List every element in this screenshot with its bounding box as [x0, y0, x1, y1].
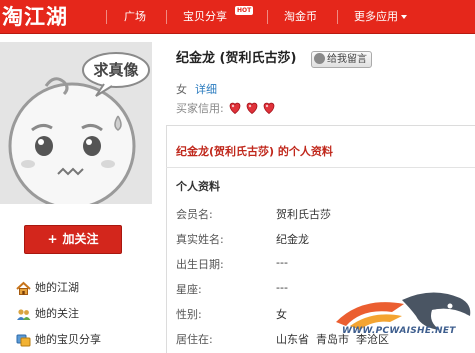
field-label-birthday: 出生日期:	[176, 258, 224, 271]
house-icon	[16, 281, 31, 295]
plus-icon: +	[47, 232, 58, 246]
field-label-gender: 性别:	[176, 308, 202, 321]
default-avatar-icon: 求真像	[0, 42, 152, 204]
side-link-her-shares[interactable]: 她的宝贝分享	[16, 330, 156, 353]
watermark-logo	[336, 292, 471, 330]
nav-divider	[166, 10, 167, 24]
nav-item-share[interactable]: 宝贝分享	[183, 0, 227, 34]
hot-badge: HOT	[235, 6, 254, 15]
side-link-label: 她的宝贝分享	[35, 333, 101, 346]
field-label-location: 居住在:	[176, 333, 213, 346]
gender-row: 女详细	[176, 81, 217, 97]
follow-button[interactable]: + 加关注	[24, 225, 122, 254]
people-icon	[17, 308, 31, 320]
nav-divider	[267, 10, 268, 24]
nav-item-coins[interactable]: 淘金币	[284, 0, 317, 34]
nav-item-more-apps[interactable]: 更多应用	[354, 0, 407, 34]
message-icon	[314, 52, 325, 64]
divider	[166, 167, 475, 168]
nav-item-more-label: 更多应用	[354, 10, 398, 23]
chevron-down-icon	[401, 15, 407, 19]
side-link-label: 她的江湖	[35, 281, 79, 294]
leave-message-button[interactable]: 给我留言	[311, 51, 372, 68]
field-value-gender: 女	[276, 308, 287, 321]
field-value-birthday: ---	[276, 256, 288, 269]
nav-item-square[interactable]: 广场	[124, 0, 146, 34]
field-value-real-name: 纪金龙	[276, 233, 309, 246]
leave-message-label: 给我留言	[327, 54, 367, 65]
credit-hearts-icon	[229, 102, 275, 115]
field-value-constellation: ---	[276, 281, 288, 294]
nav-divider	[106, 10, 107, 24]
panel-title: 纪金龙(贺利氏古莎) 的个人资料	[176, 145, 333, 158]
watermark-text: WWW.PCWAISHE.NET	[342, 326, 456, 336]
detail-link[interactable]: 详细	[195, 83, 217, 96]
field-label-member-name: 会员名:	[176, 208, 213, 221]
side-links: 她的江湖 她的关注 她的宝贝分享	[16, 278, 156, 353]
top-nav: 淘江湖 广场 宝贝分享 HOT 淘金币 更多应用	[0, 0, 475, 34]
side-link-her-following[interactable]: 她的关注	[16, 304, 156, 330]
site-logo[interactable]: 淘江湖	[2, 3, 68, 31]
avatar-bubble-text: 求真像	[93, 61, 139, 79]
side-link-her-jianghu[interactable]: 她的江湖	[16, 278, 156, 304]
section-title: 个人资料	[176, 180, 220, 193]
gender-value: 女	[176, 83, 187, 96]
share-icon	[16, 334, 31, 346]
field-label-constellation: 星座:	[176, 283, 202, 296]
profile-name: 纪金龙 (贺利氏古莎)	[176, 51, 297, 66]
side-link-label: 她的关注	[35, 307, 79, 320]
buyer-credit: 买家信用:	[176, 100, 278, 116]
field-label-real-name: 真实姓名:	[176, 233, 224, 246]
avatar[interactable]: 求真像	[0, 42, 152, 204]
field-value-member-name: 贺利氏古莎	[276, 208, 331, 221]
nav-divider	[337, 10, 338, 24]
follow-button-label: 加关注	[62, 232, 99, 246]
buyer-credit-label: 买家信用:	[176, 102, 224, 115]
